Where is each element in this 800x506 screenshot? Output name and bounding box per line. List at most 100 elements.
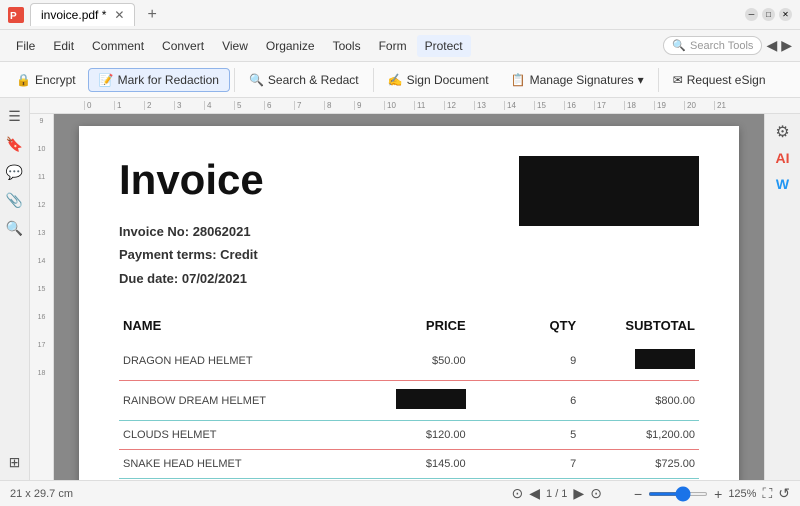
- table-row: DRAGON HEAD HELMET $50.00 9: [119, 341, 699, 381]
- title-bar: P invoice.pdf * ✕ + ─ □ ✕: [0, 0, 800, 30]
- zoom-in-button[interactable]: +: [714, 486, 722, 502]
- col-subtotal: SUBTOTAL: [580, 310, 699, 341]
- request-esign-button[interactable]: ✉ Request eSign: [663, 69, 776, 91]
- document-tab[interactable]: invoice.pdf * ✕: [30, 3, 135, 26]
- item-qty: 7: [470, 450, 581, 479]
- item-qty: 6: [470, 381, 581, 421]
- ruler: 0 1 2 3 4 5 6 7 8 9 10 11 12 13 14 15 16…: [30, 98, 800, 114]
- table-row: CLOUDS HELMET $120.00 5 $1,200.00: [119, 421, 699, 450]
- search-redact-label: Search & Redact: [268, 73, 359, 87]
- item-price: $145.00: [350, 450, 469, 479]
- menu-bar: File Edit Comment Convert View Organize …: [0, 30, 800, 62]
- item-qty: 13: [470, 479, 581, 480]
- redacted-value: [396, 389, 466, 409]
- sidebar-right: ⚙ AI W: [764, 114, 800, 480]
- menu-edit[interactable]: Edit: [45, 35, 82, 57]
- item-name: RAINBOW DREAM HELMET: [119, 381, 350, 421]
- nav-forward-icon[interactable]: ▶: [781, 37, 792, 54]
- manage-sigs-button[interactable]: 📋 Manage Signatures ▾: [501, 69, 654, 91]
- page-prev-button[interactable]: ◀: [529, 485, 540, 502]
- sidebar-icon-attachments[interactable]: 📎: [5, 190, 25, 210]
- col-name: NAME: [119, 310, 350, 341]
- col-price: PRICE: [350, 310, 469, 341]
- close-button[interactable]: ✕: [779, 8, 792, 21]
- search-tools-box[interactable]: 🔍 Search Tools: [663, 36, 762, 55]
- sidebar-icon-search[interactable]: 🔍: [5, 218, 25, 238]
- due-date-value: 07/02/2021: [182, 271, 247, 286]
- menu-organize[interactable]: Organize: [258, 35, 323, 57]
- esign-icon: ✉: [673, 73, 683, 87]
- item-subtotal: $900.00: [580, 479, 699, 480]
- page-next-button[interactable]: ▶: [573, 485, 584, 502]
- menu-view[interactable]: View: [214, 35, 256, 57]
- mark-redaction-button[interactable]: 📝 Mark for Redaction: [88, 68, 230, 92]
- menu-comment[interactable]: Comment: [84, 35, 152, 57]
- page-last-button[interactable]: ⊙: [590, 485, 602, 502]
- menu-form[interactable]: Form: [371, 35, 415, 57]
- fit-width-button[interactable]: ⛶: [762, 485, 772, 502]
- ruler-tick: 6: [264, 101, 294, 110]
- item-subtotal: $800.00: [580, 381, 699, 421]
- menu-protect[interactable]: Protect: [417, 35, 471, 57]
- sidebar-icon-fields[interactable]: ⊞: [5, 452, 25, 472]
- rotate-button[interactable]: ↺: [778, 485, 790, 502]
- due-date-line: Due date: 07/02/2021: [119, 267, 699, 290]
- mark-redaction-label: Mark for Redaction: [118, 73, 219, 87]
- toolbar-separator-3: [658, 68, 659, 92]
- table-row: SNAKE HEAD HELMET $145.00 7 $725.00: [119, 450, 699, 479]
- col-qty: QTY: [470, 310, 581, 341]
- sidebar-icon-comments[interactable]: 💬: [5, 162, 25, 182]
- item-subtotal: [580, 341, 699, 381]
- zoom-out-button[interactable]: −: [634, 486, 642, 502]
- ruler-ticks: 0 1 2 3 4 5 6 7 8 9 10 11 12 13 14 15 16…: [84, 101, 744, 110]
- manage-sigs-icon: 📋: [511, 73, 526, 87]
- ruler-tick: 17: [594, 101, 624, 110]
- new-tab-button[interactable]: +: [141, 4, 162, 26]
- payment-terms-label: Payment terms:: [119, 247, 217, 262]
- request-esign-label: Request eSign: [687, 73, 766, 87]
- ruler-tick: 11: [414, 101, 444, 110]
- menu-file[interactable]: File: [8, 35, 43, 57]
- sign-button[interactable]: ✍ Sign Document: [378, 69, 499, 91]
- nav-back-icon[interactable]: ◀: [766, 37, 777, 54]
- item-price: [350, 381, 469, 421]
- ruler-tick: 20: [684, 101, 714, 110]
- table-row: THUNDERBIRD HELMET $180.00 13 $900.00: [119, 479, 699, 480]
- table-row: RAINBOW DREAM HELMET 6 $800.00: [119, 381, 699, 421]
- zoom-level: 125%: [728, 488, 756, 500]
- item-price: $180.00: [350, 479, 469, 480]
- zoom-slider[interactable]: [648, 492, 708, 496]
- toolbar: 🔒 Encrypt 📝 Mark for Redaction 🔍 Search …: [0, 62, 800, 98]
- sidebar-icon-layers[interactable]: ☰: [5, 106, 25, 126]
- encrypt-button[interactable]: 🔒 Encrypt: [6, 69, 86, 91]
- page-first-button[interactable]: ⊙: [512, 485, 524, 502]
- sidebar-right-ai-icon[interactable]: AI: [773, 148, 793, 168]
- ruler-tick: 7: [294, 101, 324, 110]
- search-redact-icon: 🔍: [249, 73, 264, 87]
- sidebar-right-settings-icon[interactable]: ⚙: [773, 122, 793, 142]
- encrypt-label: Encrypt: [35, 73, 76, 87]
- app-icon: P: [8, 7, 24, 23]
- maximize-button[interactable]: □: [762, 8, 775, 21]
- invoice-no-value: 28062021: [193, 224, 251, 239]
- ruler-tick: 8: [324, 101, 354, 110]
- ruler-tick: 21: [714, 101, 744, 110]
- menu-tools[interactable]: Tools: [325, 35, 369, 57]
- main-area: ☰ 🔖 💬 📎 🔍 ⊞ 0 1 2 3 4 5 6 7 8 9 10 11 12: [0, 98, 800, 480]
- item-subtotal: $725.00: [580, 450, 699, 479]
- ruler-tick: 14: [504, 101, 534, 110]
- item-price: $120.00: [350, 421, 469, 450]
- ruler-tick: 13: [474, 101, 504, 110]
- item-name: THUNDERBIRD HELMET: [119, 479, 350, 480]
- minimize-button[interactable]: ─: [745, 8, 758, 21]
- sidebar-right-word-icon[interactable]: W: [773, 174, 793, 194]
- menu-convert[interactable]: Convert: [154, 35, 212, 57]
- search-icon: 🔍: [672, 39, 686, 52]
- page-container[interactable]: Invoice Invoice No: 28062021 Payment ter…: [54, 114, 764, 480]
- sidebar-icon-bookmarks[interactable]: 🔖: [5, 134, 25, 154]
- redacted-value: [635, 349, 695, 369]
- search-redact-button[interactable]: 🔍 Search & Redact: [239, 69, 369, 91]
- doc-area: 9 10 11 12 13 14 15 16 17 18 Invoice: [30, 114, 800, 480]
- tab-close-button[interactable]: ✕: [114, 8, 124, 22]
- ruler-tick: 19: [654, 101, 684, 110]
